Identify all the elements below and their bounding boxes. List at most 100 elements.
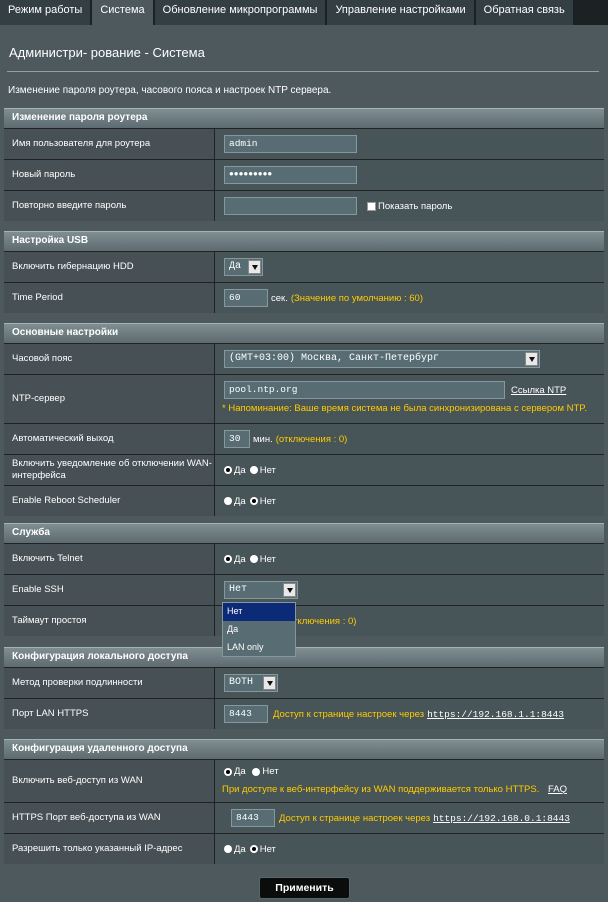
telnet-no-radio[interactable] (249, 555, 258, 563)
wan-access-label: Включить веб-доступ из WAN (4, 760, 215, 802)
repeat-password-row: Повторно введите пароль Показать пароль (4, 190, 604, 221)
autologout-unit: мин. (253, 433, 273, 445)
page-title: Администри- рование - Система (9, 45, 205, 60)
ssh-label: Enable SSH (4, 575, 215, 605)
timezone-row: Часовой пояс (GMT+03:00) Москва, Санкт-П… (4, 343, 604, 374)
https-hint: Доступ к странице настроек через (273, 708, 425, 720)
ntp-row: NTP-сервер pool.ntp.org Ссылка NTP * Нап… (4, 374, 604, 423)
https-link[interactable]: https://192.168.1.1:8443 (427, 709, 564, 720)
username-input[interactable]: admin (224, 135, 357, 153)
usb-section: Настройка USB Включить гибернацию HDD Да… (4, 231, 604, 313)
https-port-label: Порт LAN HTTPS (4, 699, 215, 729)
wan-port-row: HTTPS Порт веб-доступа из WAN 8443 Досту… (4, 802, 604, 833)
chevron-down-icon (525, 352, 538, 366)
wan-access-no-radio[interactable] (252, 767, 261, 776)
reboot-label: Enable Reboot Scheduler (4, 486, 215, 516)
ssh-row: Enable SSH Нет (4, 574, 604, 605)
tab-system[interactable]: Система (92, 0, 155, 25)
section-title: Конфигурация локального доступа (4, 647, 604, 667)
telnet-label: Включить Telnet (4, 544, 215, 574)
ntp-link[interactable]: Ссылка NTP (511, 385, 566, 396)
username-row: Имя пользователя для роутера admin (4, 128, 604, 159)
wan-hint: Доступ к странице настроек через (279, 812, 431, 824)
ip-only-label: Разрешить только указанный IP-адрес (4, 834, 215, 864)
timezone-label: Часовой пояс (4, 344, 215, 374)
reboot-yes-radio[interactable] (224, 497, 232, 505)
telnet-row: Включить Telnet Да Нет (4, 543, 604, 574)
wan-port-label: HTTPS Порт веб-доступа из WAN (4, 803, 215, 833)
local-section: Конфигурация локального доступа Метод пр… (4, 647, 604, 729)
ssh-option-no[interactable]: Нет (223, 603, 295, 621)
ip-only-row: Разрешить только указанный IP-адрес Да Н… (4, 833, 604, 864)
autologout-hint: (отключения : 0) (275, 433, 348, 445)
wan-access-yes-radio[interactable] (224, 767, 232, 776)
auth-row: Метод проверки подлинности BOTH (4, 667, 604, 698)
basic-section: Основные настройки Часовой пояс (GMT+03:… (4, 323, 604, 516)
wan-note: При доступе к веб-интерфейсу из WAN подд… (222, 783, 540, 795)
telnet-yes-radio[interactable] (224, 555, 232, 563)
tab-feedback[interactable]: Обратная связь (475, 0, 575, 25)
chevron-down-icon (248, 260, 261, 274)
time-period-label: Time Period (4, 283, 215, 313)
reboot-no-radio[interactable] (249, 497, 258, 505)
remote-section: Конфигурация удаленного доступа Включить… (4, 739, 604, 864)
section-title: Конфигурация удаленного доступа (4, 739, 604, 759)
wan-notify-row: Включить уведомление об отключении WAN-и… (4, 454, 604, 485)
auth-select[interactable]: BOTH (224, 674, 278, 692)
password-section: Изменение пароля роутера Имя пользовател… (4, 108, 604, 221)
wan-access-row: Включить веб-доступ из WAN Да Нет При до… (4, 759, 604, 802)
time-period-hint: (Значение по умолчанию : 60) (290, 292, 423, 304)
faq-link[interactable]: FAQ (548, 784, 567, 795)
tab-settings-management[interactable]: Управление настройками (327, 0, 476, 25)
new-password-label: Новый пароль (4, 160, 215, 190)
autologout-label: Автоматический выход (4, 424, 215, 454)
hibernate-label: Включить гибернацию HDD (4, 252, 215, 282)
ssh-option-lan-only[interactable]: LAN only (223, 639, 295, 657)
show-password-label: Показать пароль (378, 200, 453, 212)
ntp-label: NTP-сервер (4, 375, 215, 423)
username-label: Имя пользователя для роутера (4, 129, 215, 159)
ip-only-yes-radio[interactable] (224, 845, 232, 853)
section-title: Основные настройки (4, 323, 604, 343)
tab-firmware[interactable]: Обновление микропрограммы (154, 0, 328, 25)
section-title: Служба (4, 523, 604, 543)
idle-row: Таймаут простоя отключения : 0) (4, 605, 604, 636)
auth-label: Метод проверки подлинности (4, 668, 215, 698)
wan-notify-no-radio[interactable] (249, 466, 258, 474)
timezone-select[interactable]: (GMT+03:00) Москва, Санкт-Петербург (224, 350, 540, 368)
show-password-checkbox[interactable] (367, 201, 376, 211)
ssh-option-yes[interactable]: Да (223, 621, 295, 639)
top-tabs: Режим работы Система Обновление микропро… (0, 0, 608, 25)
repeat-password-input[interactable] (224, 197, 357, 215)
hibernate-row: Включить гибернацию HDD Да (4, 251, 604, 282)
time-period-unit: сек. (271, 292, 288, 304)
hibernate-select[interactable]: Да (224, 258, 263, 276)
wan-link[interactable]: https://192.168.0.1:8443 (433, 813, 570, 824)
service-section: Служба Включить Telnet Да Нет Enable SSH… (4, 523, 604, 636)
idle-label: Таймаут простоя (4, 606, 215, 636)
wan-notify-yes-radio[interactable] (224, 466, 232, 474)
section-title: Настройка USB (4, 231, 604, 251)
ntp-warning: * Напоминание: Ваше время система не был… (222, 403, 588, 414)
https-port-input[interactable]: 8443 (224, 705, 268, 723)
https-port-row: Порт LAN HTTPS 8443 Доступ к странице на… (4, 698, 604, 729)
page-description: Изменение пароля роутера, часового пояса… (8, 85, 332, 96)
tab-mode[interactable]: Режим работы (0, 0, 93, 25)
ip-only-no-radio[interactable] (249, 845, 258, 853)
chevron-down-icon (263, 676, 276, 690)
new-password-row: Новый пароль ●●●●●●●●● (4, 159, 604, 190)
ntp-input[interactable]: pool.ntp.org (224, 381, 505, 399)
ssh-dropdown-list: Нет Да LAN only (222, 602, 296, 657)
new-password-input[interactable]: ●●●●●●●●● (224, 166, 357, 184)
autologout-row: Автоматический выход 30 мин. (отключения… (4, 423, 604, 454)
chevron-down-icon (283, 583, 296, 597)
time-period-input[interactable]: 60 (224, 289, 268, 307)
title-divider (7, 71, 599, 72)
autologout-input[interactable]: 30 (224, 430, 250, 448)
reboot-row: Enable Reboot Scheduler Да Нет (4, 485, 604, 516)
apply-button[interactable]: Применить (259, 877, 350, 899)
ssh-select[interactable]: Нет (224, 581, 298, 599)
wan-port-input[interactable]: 8443 (231, 809, 275, 827)
time-period-row: Time Period 60 сек. (Значение по умолчан… (4, 282, 604, 313)
idle-hint: отключения : 0) (288, 615, 357, 627)
